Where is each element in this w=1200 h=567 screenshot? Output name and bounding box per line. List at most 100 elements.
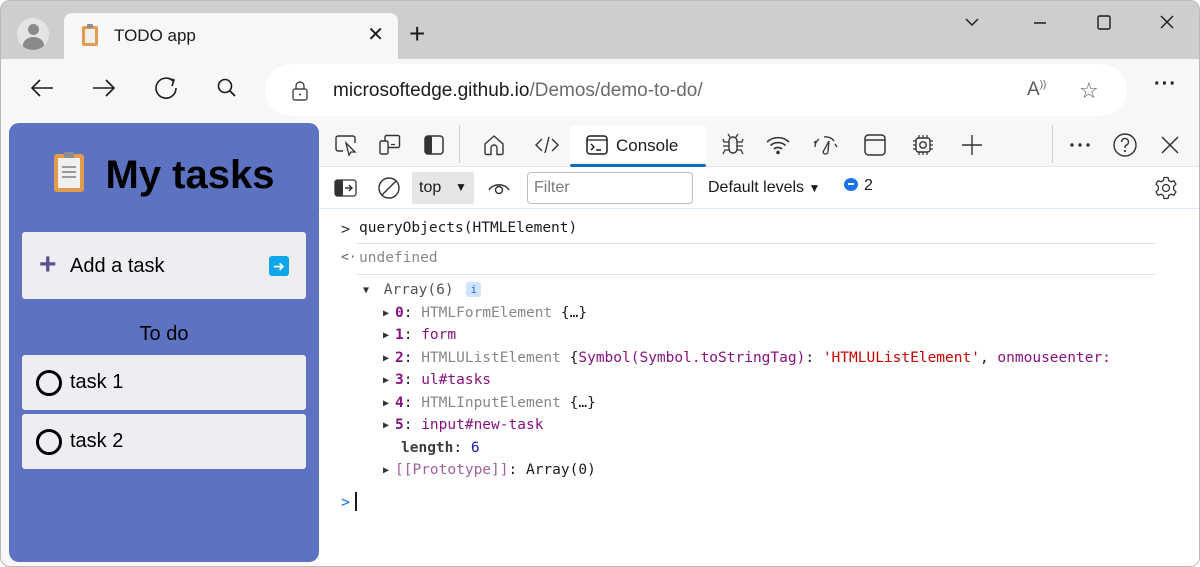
array-item[interactable]: ▶ 3: ul#tasks [383, 372, 491, 388]
console-return-value: undefined [359, 250, 438, 266]
info-icon[interactable]: i [466, 282, 482, 297]
back-arrow-icon[interactable] [27, 73, 59, 105]
input-prompt-icon: > [341, 220, 351, 238]
array-item[interactable]: ▶ 4: HTMLInputElement {…} [383, 395, 596, 411]
preview-next-key: onmouseenter: [997, 350, 1111, 366]
item-sep: : [403, 417, 422, 433]
expand-triangle-icon[interactable]: ▶ [383, 420, 395, 431]
add-task-input[interactable]: + Add a task ➜ [22, 232, 306, 299]
log-levels-dropdown[interactable]: Default levels ▼ [708, 179, 820, 197]
expand-triangle-icon[interactable]: ▶ [383, 330, 395, 341]
url-text[interactable]: microsoftedge.github.io/Demos/demo-to-do… [333, 80, 703, 102]
home-icon[interactable] [481, 132, 507, 158]
prototype-property[interactable]: ▶ [[Prototype]]: Array(0) [383, 462, 596, 478]
expand-triangle-icon[interactable]: ▶ [383, 465, 395, 476]
ellipsis-icon[interactable]: ··· [1154, 73, 1177, 96]
item-value: form [421, 327, 457, 343]
context-select[interactable]: top ▼ [412, 172, 474, 204]
item-value: HTMLInputElement [421, 395, 561, 411]
item-value: HTMLUListElement [421, 350, 561, 366]
expand-triangle-icon[interactable]: ▶ [383, 308, 395, 319]
gear-icon[interactable] [1153, 175, 1179, 201]
array-item[interactable]: ▶ 1: form [383, 327, 456, 343]
console-toolbar: top ▼ Default levels ▼ 2 [319, 167, 1199, 209]
array-header[interactable]: ▼ Array(6) i [363, 282, 482, 298]
address-bar[interactable]: microsoftedge.github.io/Demos/demo-to-do… [265, 64, 1127, 116]
close-tab-icon[interactable]: ✕ [367, 23, 384, 47]
log-levels-label: Default levels [708, 179, 805, 196]
browser-tab[interactable]: TODO app ✕ [64, 13, 398, 60]
devtools-tab-bar: Console [319, 121, 1199, 167]
inspect-icon[interactable] [333, 132, 359, 158]
title-bar: TODO app ✕ + [1, 1, 1199, 60]
close-window-icon[interactable] [1158, 13, 1176, 37]
window-icon[interactable] [862, 132, 888, 158]
clear-console-icon[interactable] [376, 175, 402, 201]
item-index: 3 [395, 372, 404, 388]
devtools-panel: Console top ▼ Filter Default levels ▼ 2 … [319, 121, 1199, 566]
length-value: 6 [470, 440, 480, 456]
array-item[interactable]: ▶ 0: HTMLFormElement {…} [383, 305, 587, 321]
checkbox-circle-icon[interactable] [36, 429, 62, 455]
close-devtools-icon[interactable] [1157, 132, 1183, 158]
message-bubble-icon [844, 178, 858, 191]
dock-panel-icon[interactable] [421, 132, 447, 158]
message-count: 2 [864, 177, 873, 194]
item-index: 0 [395, 305, 404, 321]
console-input-echo[interactable]: queryObjects(HTMLElement) [359, 220, 577, 236]
url-host: microsoftedge.github.io [333, 80, 530, 101]
forward-arrow-icon[interactable] [89, 73, 121, 105]
prototype-key: [[Prototype]] [395, 462, 509, 478]
eye-icon[interactable] [486, 175, 512, 201]
checkbox-circle-icon[interactable] [36, 370, 62, 396]
toolbar-divider [1052, 125, 1053, 163]
read-aloud-icon[interactable]: A)) [1027, 79, 1046, 101]
filter-input[interactable] [527, 172, 693, 204]
bug-icon[interactable] [720, 132, 746, 158]
item-value: HTMLFormElement [421, 305, 553, 321]
submit-arrow-icon[interactable]: ➜ [269, 256, 289, 276]
array-item[interactable]: ▶ 2: HTMLUListElement {Symbol(Symbol.toSt… [383, 350, 1111, 366]
array-item[interactable]: ▶ 5: input#new-task [383, 417, 543, 433]
chevron-down-icon[interactable] [963, 13, 981, 37]
task-label: task 1 [70, 371, 124, 393]
task-item[interactable]: task 1 [22, 355, 306, 410]
code-icon[interactable] [534, 132, 560, 158]
expand-triangle-down-icon[interactable]: ▼ [363, 285, 375, 296]
gauge-icon[interactable] [812, 132, 838, 158]
device-icon[interactable] [377, 132, 403, 158]
new-tab-button[interactable]: + [409, 19, 425, 49]
toolbar-divider [459, 125, 460, 163]
array-label: Array(6) [383, 282, 454, 298]
refresh-icon[interactable] [151, 73, 183, 105]
show-sidebar-icon[interactable] [333, 175, 359, 201]
item-sep: : [403, 395, 422, 411]
item-value: input#new-task [421, 417, 544, 433]
lock-icon[interactable] [291, 81, 309, 101]
console-input-cursor[interactable] [355, 492, 357, 511]
maximize-icon[interactable] [1095, 13, 1113, 37]
ellipsis-icon[interactable] [1067, 132, 1093, 158]
message-count-badge[interactable]: 2 [844, 177, 873, 195]
browser-window: TODO app ✕ + microsoftedge.github.io/Dem… [0, 0, 1200, 567]
preview-comma: , [979, 350, 998, 366]
browser-toolbar: microsoftedge.github.io/Demos/demo-to-do… [1, 59, 1199, 121]
task-item[interactable]: task 2 [22, 414, 306, 469]
more-tools-plus-icon[interactable] [959, 132, 985, 158]
preview-key: Symbol(Symbol.toStringTag) [578, 350, 806, 366]
title-text: My tasks [105, 153, 275, 197]
expand-triangle-icon[interactable]: ▶ [383, 398, 395, 409]
wifi-icon[interactable] [765, 132, 791, 158]
preview-colon: : [805, 350, 823, 366]
expand-triangle-icon[interactable]: ▶ [383, 353, 395, 364]
chip-icon[interactable] [910, 132, 936, 158]
profile-avatar[interactable] [17, 18, 49, 50]
search-icon[interactable] [213, 73, 245, 105]
minimize-icon[interactable] [1031, 13, 1049, 37]
expand-triangle-icon[interactable]: ▶ [383, 375, 395, 386]
console-icon [584, 132, 610, 158]
tab-console[interactable]: Console [570, 125, 706, 167]
help-icon[interactable] [1112, 132, 1138, 158]
star-icon[interactable]: ☆ [1079, 78, 1099, 104]
avatar-body [23, 37, 44, 50]
